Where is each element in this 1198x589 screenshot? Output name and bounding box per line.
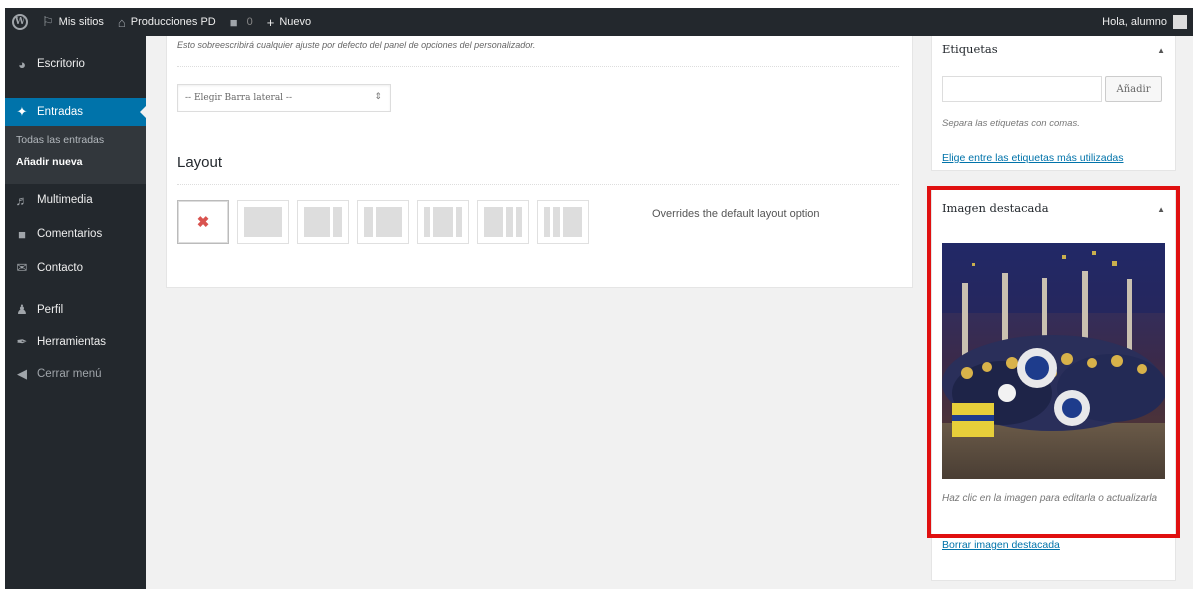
- wordpress-logo-button[interactable]: W: [5, 8, 35, 36]
- highlight-box: [927, 186, 1180, 538]
- submenu-all-posts[interactable]: Todas las entradas: [16, 134, 104, 146]
- menu-label: Herramientas: [37, 336, 107, 348]
- admin-bar: W ⚐ Mis sitios ⌂ Producciones PD ■ 0 + N…: [5, 8, 1193, 36]
- menu-item-escritorio[interactable]: ◕ Escritorio: [5, 50, 146, 78]
- tags-title: Etiquetas: [942, 42, 998, 56]
- post-options-panel: Esto sobreescribirá cualquier ajuste por…: [166, 36, 913, 288]
- layout-description: Overrides the default layout option: [652, 208, 820, 220]
- menu-item-herramientas[interactable]: ✒ Herramientas: [5, 328, 146, 356]
- tags-metabox: Etiquetas ▲ Añadir Separa las etiquetas …: [931, 36, 1176, 171]
- user-icon: ♟: [16, 302, 28, 317]
- add-tag-button[interactable]: Añadir: [1105, 76, 1162, 102]
- mail-icon: ✉: [16, 260, 28, 275]
- layout-option-full-width[interactable]: [237, 200, 289, 244]
- menu-item-cerrar-menu[interactable]: ◀ Cerrar menú: [5, 360, 146, 388]
- menu-item-comentarios[interactable]: ■ Comentarios: [5, 220, 146, 248]
- sites-icon: ⚐: [42, 14, 54, 29]
- collapse-icon: ◀: [17, 366, 27, 381]
- submenu-add-new[interactable]: Añadir nueva: [16, 156, 83, 168]
- tags-hint: Separa las etiquetas con comas.: [942, 118, 1080, 129]
- sidebar-select-value: -- Elegir Barra lateral --: [185, 93, 293, 103]
- layout-option-both-sidebars[interactable]: [417, 200, 469, 244]
- comments-count: 0: [246, 16, 253, 28]
- layout-option-right-sidebar[interactable]: [297, 200, 349, 244]
- new-content-menu[interactable]: + Nuevo: [260, 8, 318, 36]
- layout-option-two-right-sidebars[interactable]: [477, 200, 529, 244]
- menu-label: Comentarios: [37, 228, 103, 240]
- comment-bubble-icon: ■: [229, 14, 238, 30]
- my-sites-menu[interactable]: ⚐ Mis sitios: [35, 8, 111, 36]
- menu-item-entradas[interactable]: ✦ Entradas: [5, 98, 146, 126]
- menu-item-perfil[interactable]: ♟ Perfil: [5, 296, 146, 324]
- sidebar-select[interactable]: -- Elegir Barra lateral -- ⇕: [177, 84, 391, 112]
- comment-icon: ■: [18, 226, 26, 242]
- divider: [177, 66, 899, 67]
- collapse-arrow-icon[interactable]: ▲: [1157, 46, 1165, 55]
- layout-option-default[interactable]: ✖: [177, 200, 229, 244]
- choose-tags-link[interactable]: Elige entre las etiquetas más utilizadas: [942, 152, 1124, 164]
- tag-input[interactable]: [942, 76, 1102, 102]
- wp-admin-window: W ⚐ Mis sitios ⌂ Producciones PD ■ 0 + N…: [5, 8, 1193, 589]
- menu-item-multimedia[interactable]: ♬ Multimedia: [5, 186, 146, 214]
- layout-option-left-sidebar[interactable]: [357, 200, 409, 244]
- menu-label: Multimedia: [37, 194, 93, 206]
- my-sites-label: Mis sitios: [58, 16, 104, 28]
- layout-option-two-left-sidebars[interactable]: [537, 200, 589, 244]
- override-note: Esto sobreescribirá cualquier ajuste por…: [177, 40, 536, 50]
- menu-label: Entradas: [37, 106, 84, 118]
- entradas-submenu: Todas las entradas Añadir nueva: [5, 126, 146, 184]
- select-arrows-icon: ⇕: [374, 91, 382, 101]
- account-menu[interactable]: Hola, alumno: [1095, 8, 1193, 36]
- greeting-label: Hola, alumno: [1102, 16, 1167, 28]
- menu-label: Perfil: [37, 304, 64, 316]
- wordpress-logo-icon: W: [12, 14, 28, 30]
- menu-item-contacto[interactable]: ✉ Contacto: [5, 254, 146, 282]
- site-name-label: Producciones PD: [130, 16, 216, 28]
- divider: [177, 184, 899, 185]
- close-icon: ✖: [196, 214, 210, 231]
- plus-icon: +: [266, 14, 275, 30]
- media-icon: ♬: [15, 192, 29, 208]
- dashboard-icon: ◕: [18, 56, 26, 72]
- site-name-menu[interactable]: ⌂ Producciones PD: [111, 8, 223, 36]
- menu-label: Contacto: [37, 262, 84, 274]
- admin-sidebar: ◕ Escritorio ✦ Entradas Todas las entrad…: [5, 36, 146, 589]
- pin-icon: ✦: [16, 104, 28, 119]
- menu-label: Escritorio: [37, 58, 85, 70]
- remove-featured-image-link[interactable]: Borrar imagen destacada: [942, 539, 1060, 551]
- menu-label: Cerrar menú: [37, 368, 102, 380]
- comments-menu[interactable]: ■ 0: [223, 8, 260, 36]
- home-icon: ⌂: [117, 14, 126, 30]
- new-label: Nuevo: [279, 16, 312, 28]
- wrench-icon: ✒: [16, 334, 28, 349]
- avatar: [1173, 15, 1187, 29]
- layout-heading: Layout: [177, 154, 223, 171]
